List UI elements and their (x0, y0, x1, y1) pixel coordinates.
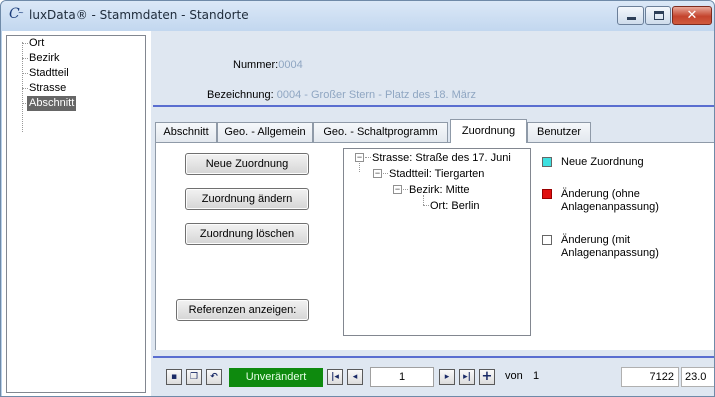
minimize-icon (627, 17, 636, 20)
tree-item-bezirk[interactable]: Bezirk (29, 51, 60, 66)
record-header: Nummer:0004 Bezeichnung: 0004 - Großer S… (151, 31, 714, 106)
title-bar[interactable]: C ~ luxData® - Stammdaten - Standorte ✕ (1, 1, 714, 31)
tree-connector (383, 173, 388, 174)
last-record-icon[interactable]: ▸| (459, 369, 475, 385)
prev-record-icon[interactable]: ◂ (347, 369, 363, 385)
bezeichnung-row: Bezeichnung: 0004 - Großer Stern - Platz… (207, 89, 476, 101)
info-field-1: 7122 (621, 367, 679, 387)
legend-label-line1: Änderung (ohne (561, 188, 640, 200)
minimize-button[interactable] (617, 6, 644, 25)
save-icon[interactable]: ▪ (166, 369, 182, 385)
tree-connector (22, 43, 28, 44)
legend-swatch-white (542, 235, 552, 245)
legend-aenderung-mit: Änderung (mit Anlagenanpassung) (542, 234, 712, 262)
first-record-icon[interactable]: |◂ (327, 369, 343, 385)
tab-geo-allgemein[interactable]: Geo. - Allgemein (217, 122, 313, 142)
tree-connector (403, 189, 408, 190)
tree-guide-line (22, 42, 23, 132)
client-area: Ort Bezirk Stadtteil Strasse Abschnitt N… (2, 31, 714, 396)
assignment-tree[interactable]: − Strasse: Straße des 17. Juni − Stadtte… (343, 148, 531, 336)
tab-zuordnung[interactable]: Zuordnung (450, 119, 527, 143)
info-field-2: 23.0 (681, 367, 714, 387)
tree-item-stadtteil[interactable]: Stadtteil (29, 66, 69, 81)
legend-label-line2: Anlagenanpassung) (561, 247, 659, 259)
total-records: 1 (533, 370, 540, 382)
tab-abschnitt[interactable]: Abschnitt (155, 122, 217, 142)
legend-label-line2: Anlagenanpassung) (561, 201, 659, 213)
record-navigator: ▪ ❐ ↶ Unverändert |◂ ◂ 1 ▸ ▸| + von 1 71… (151, 365, 714, 393)
luxdata-logo-icon: C ~ (9, 6, 24, 22)
referenzen-anzeigen-button[interactable]: Referenzen anzeigen: (176, 299, 309, 321)
bezeichnung-value: 0004 - Großer Stern - Platz des 18. März (276, 89, 477, 101)
collapse-icon[interactable]: − (355, 153, 364, 162)
nummer-value: 0004 (278, 59, 303, 71)
zuordnung-loeschen-button[interactable]: Zuordnung löschen (185, 223, 309, 245)
window-title: luxData® - Stammdaten - Standorte (29, 8, 249, 22)
nummer-row: Nummer:0004 (233, 59, 303, 71)
entity-tree[interactable]: Ort Bezirk Stadtteil Strasse Abschnitt (6, 35, 146, 393)
add-record-icon[interactable]: + (479, 369, 495, 385)
main-window: C ~ luxData® - Stammdaten - Standorte ✕ O… (0, 0, 715, 397)
nummer-label: Nummer: (233, 59, 279, 71)
tab-benutzer[interactable]: Benutzer (527, 122, 591, 142)
legend-label-line1: Änderung (mit (561, 234, 631, 246)
zuordnung-panel: Neue Zuordnung Zuordnung ändern Zuordnun… (155, 142, 714, 350)
close-icon: ✕ (686, 8, 698, 23)
collapse-icon[interactable]: − (373, 169, 382, 178)
tab-geo-schaltprogramm[interactable]: Geo. - Schaltprogramm (313, 122, 448, 142)
bezeichnung-label: Bezeichnung: (207, 89, 274, 101)
undo-icon[interactable]: ↶ (206, 369, 222, 385)
tree-node-strasse[interactable]: Strasse: Straße des 17. Juni (372, 151, 511, 165)
neue-zuordnung-button[interactable]: Neue Zuordnung (185, 153, 309, 175)
copy-icon[interactable]: ❐ (186, 369, 202, 385)
legend-swatch-red (542, 189, 552, 199)
legend-label: Neue Zuordnung (561, 156, 644, 168)
tree-item-abschnitt[interactable]: Abschnitt (27, 96, 77, 111)
next-record-icon[interactable]: ▸ (439, 369, 455, 385)
tree-connector (22, 58, 28, 59)
zuordnung-aendern-button[interactable]: Zuordnung ändern (185, 188, 309, 210)
tree-node-bezirk[interactable]: Bezirk: Mitte (409, 183, 470, 197)
maximize-icon (654, 11, 664, 20)
tree-item-strasse[interactable]: Strasse (29, 81, 66, 96)
tree-connector (423, 195, 424, 205)
von-label: von (505, 370, 523, 382)
tree-connector (22, 73, 28, 74)
tree-connector (365, 157, 371, 158)
collapse-icon[interactable]: − (393, 185, 402, 194)
legend-neue-zuordnung: Neue Zuordnung (542, 156, 712, 170)
tree-item-ort[interactable]: Ort (29, 36, 44, 51)
current-record-field[interactable]: 1 (370, 367, 434, 387)
legend-swatch-cyan (542, 157, 552, 167)
close-button[interactable]: ✕ (672, 6, 712, 25)
tree-connector (423, 205, 429, 206)
detail-pane: Nummer:0004 Bezeichnung: 0004 - Großer S… (151, 31, 714, 396)
footer-divider (153, 356, 714, 358)
header-divider (153, 105, 714, 107)
tree-connector (22, 88, 28, 89)
tree-connector (359, 163, 360, 172)
tree-node-ort[interactable]: Ort: Berlin (430, 199, 480, 213)
tree-node-stadtteil[interactable]: Stadtteil: Tiergarten (389, 167, 484, 181)
maximize-button[interactable] (645, 6, 671, 25)
legend-aenderung-ohne: Änderung (ohne Anlagenanpassung) (542, 188, 712, 216)
status-indicator: Unverändert (229, 368, 323, 387)
